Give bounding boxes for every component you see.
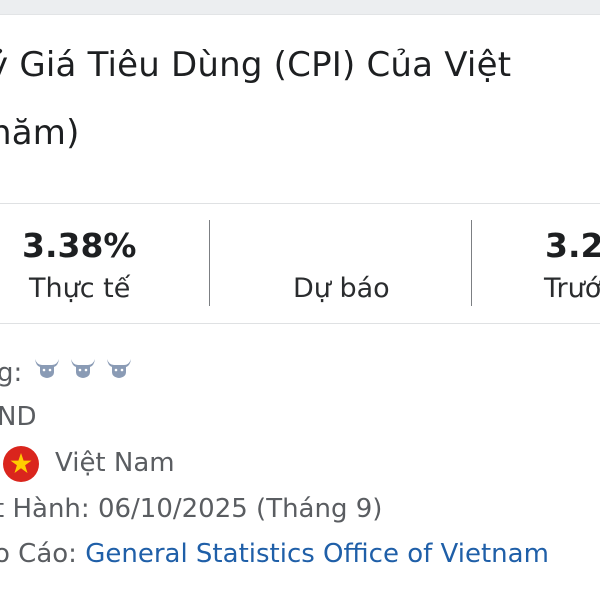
stats-divider-2	[471, 220, 472, 306]
indicator-page: ỷ Giá Tiêu Dùng (CPI) Của Việt năm) 3.38…	[0, 0, 600, 600]
bull-icon	[104, 356, 134, 380]
source-label: o Cáo:	[0, 539, 77, 569]
bull-icon	[68, 356, 98, 380]
actual-value: 3.38%	[22, 226, 137, 265]
source-row: o Cáo: General Statistics Office of Viet…	[0, 537, 549, 571]
forecast-label: Dự báo	[293, 273, 390, 304]
release-date-label: t Hành:	[0, 494, 90, 524]
previous-label: Trướ	[544, 273, 600, 304]
importance-label: g:	[0, 358, 23, 388]
country-name: Việt Nam	[55, 448, 175, 478]
importance-rating	[32, 356, 134, 380]
actual-label: Thực tế	[29, 273, 131, 304]
currency-value: ND	[0, 402, 37, 432]
release-date-row: t Hành: 06/10/2025 (Tháng 9)	[0, 492, 382, 526]
release-date-value: 06/10/2025 (Tháng 9)	[97, 494, 383, 524]
vietnam-flag-icon	[2, 445, 40, 483]
source-link[interactable]: General Statistics Office of Vietnam	[85, 539, 549, 569]
previous-value: 3.2	[545, 226, 600, 265]
page-title-line-1: ỷ Giá Tiêu Dùng (CPI) Của Việt	[0, 45, 512, 85]
bull-icon	[32, 356, 62, 380]
stats-row: 3.38% Thực tế Dự báo 3.2 Trướ	[0, 203, 600, 324]
page-title-line-2: năm)	[0, 113, 80, 153]
top-bar	[0, 0, 600, 15]
stats-divider-1	[209, 220, 210, 306]
